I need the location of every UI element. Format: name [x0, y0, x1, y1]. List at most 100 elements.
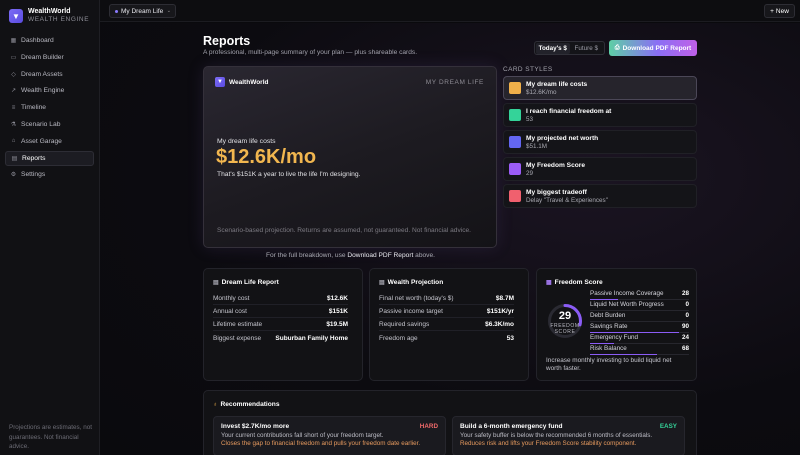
card-style-value: Delay "Travel & Experiences": [526, 197, 608, 204]
freedom-score-label: FREEDOM SCORE: [550, 323, 580, 335]
panel-title: Wealth Projection: [387, 279, 444, 286]
preview-note: For the full breakdown, use Download PDF…: [266, 252, 435, 259]
freedom-score-value: 29: [558, 310, 572, 322]
page-subtitle: A professional, multi-page summary of yo…: [203, 49, 418, 56]
preview-disclaimer: Scenario-based projection. Returns are a…: [217, 227, 472, 234]
row-label: Freedom age: [379, 334, 418, 342]
card-style-freedom-age[interactable]: I reach financial freedom at 53: [503, 103, 697, 127]
sidebar-item-label: Timeline: [21, 104, 47, 112]
card-style-title: I reach financial freedom at: [526, 108, 612, 115]
blueprint-icon: ▭: [10, 54, 17, 61]
sidebar-item-settings[interactable]: ⚙ Settings: [5, 167, 94, 182]
sidebar-item-label: Dream Assets: [21, 70, 63, 78]
table-row: Lifetime estimate $19.5M: [213, 319, 348, 331]
score-icon: ▦: [546, 280, 552, 286]
card-style-value: 29: [526, 170, 534, 177]
toggle-todays-dollars[interactable]: Today's $: [536, 42, 570, 54]
row-value: $12.6K: [327, 295, 348, 302]
row-label: Lifetime estimate: [213, 321, 263, 328]
table-row: Freedom age 53: [379, 332, 514, 344]
score-bar-fill: [590, 354, 658, 356]
recommendation-reason: Your safety buffer is below the recommen…: [460, 432, 653, 439]
report-icon: ▤: [11, 155, 18, 162]
card-style-title: My projected net worth: [526, 135, 599, 142]
page-title: Reports: [203, 34, 251, 48]
grid-icon: ▦: [10, 38, 17, 44]
download-pdf-label: Download PDF Report: [622, 44, 692, 52]
sidebar-item-wealth-engine[interactable]: ↗ Wealth Engine: [5, 83, 94, 98]
topbar: My Dream Life ⌄ + New: [100, 0, 800, 22]
card-styles-heading: CARD STYLES: [503, 66, 553, 73]
sidebar-item-scenario-lab[interactable]: ⚗ Scenario Lab: [5, 117, 94, 132]
swatch-icon: [509, 136, 521, 148]
sidebar-disclaimer: Projections are estimates, not guarantee…: [9, 424, 92, 450]
sidebar-item-dashboard[interactable]: ▦ Dashboard: [5, 33, 94, 48]
flask-icon: ⚗: [10, 121, 17, 128]
sidebar-item-asset-garage[interactable]: ⌂ Asset Garage: [5, 134, 94, 149]
panel-title: Dream Life Report: [221, 279, 279, 286]
row-label: Required savings: [379, 321, 430, 328]
chevron-down-icon: ⌄: [166, 8, 171, 14]
brand-name: WealthWorld: [28, 8, 71, 15]
card-style-freedom-score[interactable]: My Freedom Score 29: [503, 157, 697, 181]
document-icon: ▤: [379, 280, 385, 286]
table-row: Monthly cost $12.6K: [213, 293, 348, 305]
toggle-future-dollars[interactable]: Future $: [570, 43, 604, 54]
panel-heading: ▤ Dream Life Report: [213, 279, 279, 286]
plan-select[interactable]: My Dream Life ⌄: [109, 4, 176, 18]
logo-icon: ▼: [9, 9, 23, 23]
card-style-net-worth[interactable]: My projected net worth $51.1M: [503, 130, 697, 154]
sidebar-item-label: Scenario Lab: [21, 120, 61, 128]
swatch-icon: [509, 109, 521, 121]
card-style-title: My dream life costs: [526, 81, 588, 88]
freedom-score-panel: ▦ Freedom Score 29 FREEDOM SCORE Passive …: [536, 268, 697, 381]
table-row: Biggest expense Suburban Family Home: [213, 332, 348, 344]
recommendation-card[interactable]: Build a 6-month emergency fund EASY Your…: [452, 416, 685, 455]
card-style-value: $12.6K/mo: [526, 89, 557, 96]
card-style-value: $51.1M: [526, 143, 548, 150]
new-button[interactable]: + New: [764, 4, 795, 18]
sidebar-nav: ▦ Dashboard ▭ Dream Builder ◇ Dream Assets …: [5, 33, 94, 184]
sidebar-item-dream-assets[interactable]: ◇ Dream Assets: [5, 67, 94, 82]
recommendation-reason: Your current contributions fall short of…: [221, 432, 384, 439]
trend-icon: ↗: [10, 88, 17, 95]
document-icon: ▤: [213, 280, 219, 286]
swatch-icon: [509, 163, 521, 175]
preview-plan-name: MY DREAM LIFE: [425, 79, 484, 86]
recommendation-card[interactable]: Invest $2.7K/mo more HARD Your current c…: [213, 416, 446, 455]
diamond-icon: ◇: [11, 71, 16, 78]
card-style-dream-cost[interactable]: My dream life costs $12.6K/mo: [503, 76, 697, 100]
row-label: Annual cost: [213, 308, 247, 315]
table-row: Passive income target $151K/yr: [379, 306, 514, 318]
share-card-preview: ▼ WealthWorld MY DREAM LIFE My dream lif…: [203, 66, 497, 248]
sidebar: ▼ WealthWorld WEALTH ENGINE ▦ Dashboard ▭…: [0, 0, 100, 455]
recommendations-panel: ♁ Recommendations Invest $2.7K/mo more HA…: [203, 390, 697, 455]
preview-note-link[interactable]: Download PDF Report: [347, 252, 413, 259]
sidebar-item-dream-builder[interactable]: ▭ Dream Builder: [5, 50, 94, 65]
card-style-tradeoff[interactable]: My biggest tradeoff Delay "Travel & Expe…: [503, 184, 697, 208]
sidebar-item-label: Dashboard: [21, 37, 54, 44]
swatch-icon: [509, 190, 521, 202]
sidebar-item-timeline[interactable]: ≡ Timeline: [5, 100, 94, 115]
card-style-title: My Freedom Score: [526, 162, 585, 169]
card-style-value: 53: [526, 116, 534, 123]
table-row: Final net worth (today's $) $8.7M: [379, 293, 514, 305]
row-value: 53: [506, 334, 514, 342]
logo-icon: ▼: [215, 77, 225, 87]
row-value: Suburban Family Home: [275, 334, 348, 342]
preview-note-post: above.: [413, 252, 435, 259]
brand[interactable]: ▼ WealthWorld WEALTH ENGINE: [9, 8, 89, 24]
garage-icon: ⌂: [11, 138, 16, 145]
row-label: Monthly cost: [213, 295, 250, 302]
download-pdf-button[interactable]: ⎙ Download PDF Report: [609, 40, 697, 56]
dream-life-report-panel: ▤ Dream Life Report Monthly cost $12.6K An…: [203, 268, 363, 381]
currency-toggle: Today's $ Future $: [534, 41, 605, 55]
main-content: Reports A professional, multi-page summa…: [100, 23, 800, 455]
recommendation-impact: Closes the gap to financial freedom and …: [221, 440, 421, 447]
row-label: Passive income target: [379, 308, 443, 315]
sidebar-item-reports[interactable]: ▤ Reports: [5, 150, 94, 166]
sidebar-item-label: Reports: [22, 154, 46, 162]
panel-heading: ▦ Freedom Score: [546, 279, 603, 286]
gear-icon: ⚙: [10, 172, 17, 179]
preview-label: My dream life costs: [217, 138, 276, 145]
